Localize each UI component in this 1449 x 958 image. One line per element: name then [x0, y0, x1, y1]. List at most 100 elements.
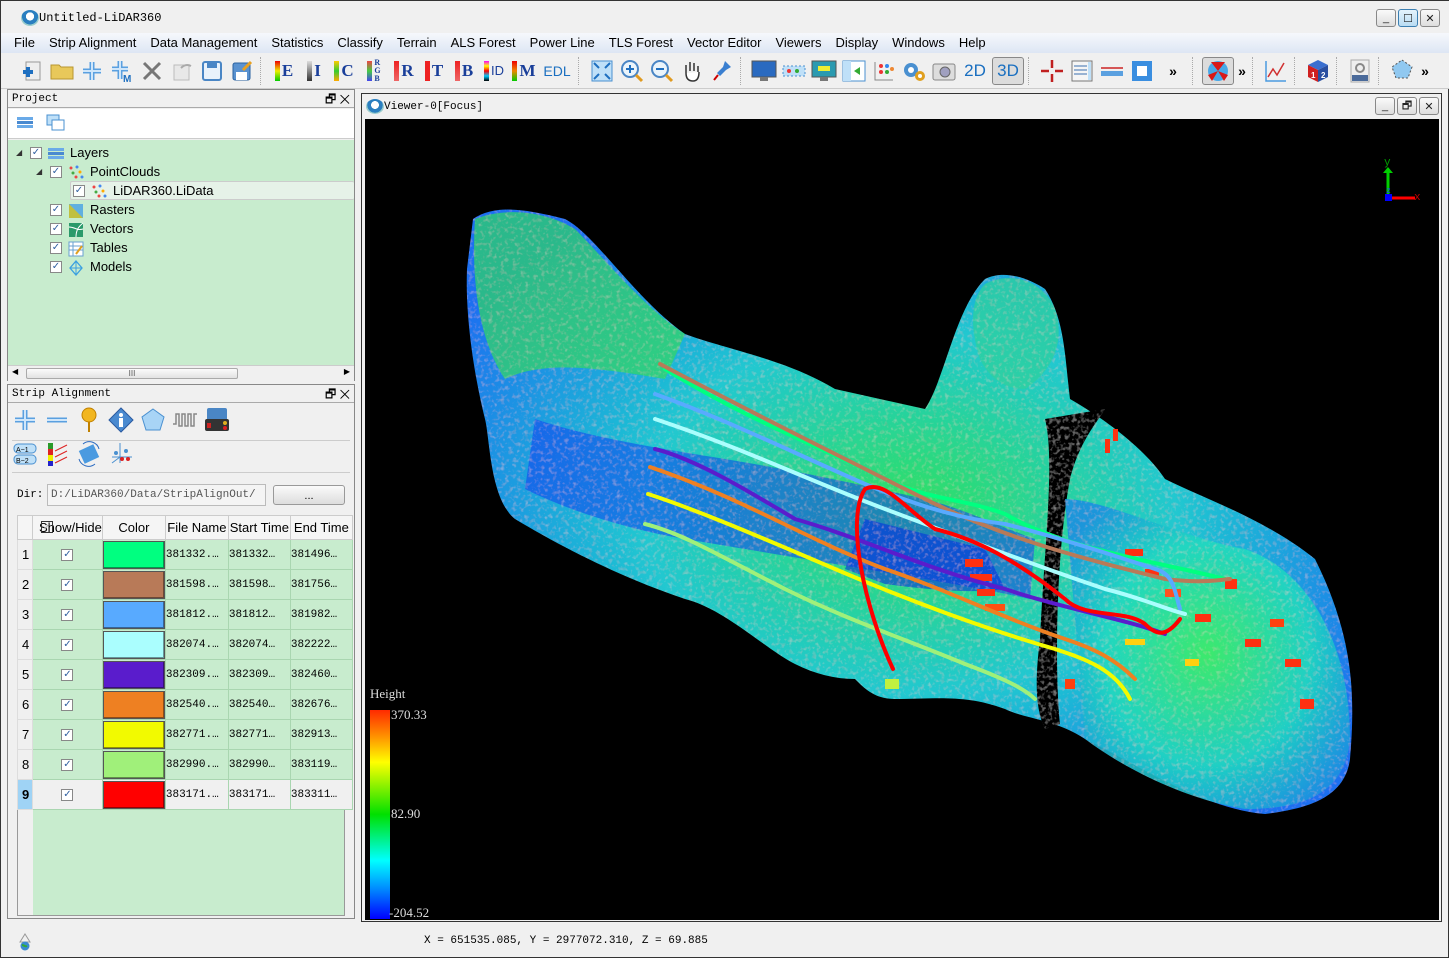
color-cell[interactable]	[101, 629, 166, 660]
menu-vector-editor[interactable]: Vector Editor	[680, 33, 768, 53]
remove-icon[interactable]	[138, 57, 166, 85]
color-cell[interactable]	[101, 599, 166, 630]
row-number[interactable]: 4	[17, 629, 33, 660]
models-checkbox[interactable]: ✓	[50, 260, 62, 273]
crosshair-icon[interactable]	[1038, 57, 1066, 85]
menu-power-line[interactable]: Power Line	[523, 33, 602, 53]
scrollbar-thumb[interactable]: III	[26, 368, 238, 379]
layers-stack-icon[interactable]	[16, 116, 34, 133]
row-number[interactable]: 3	[17, 599, 33, 630]
color-swatch[interactable]	[103, 660, 165, 689]
color-cell[interactable]	[101, 719, 166, 750]
pan-hand-icon[interactable]	[678, 57, 706, 85]
show-hide-cell[interactable]: ✓	[32, 569, 103, 600]
show-hide-checkbox[interactable]: ✓	[61, 668, 74, 681]
show-hide-checkbox[interactable]: ✓	[61, 758, 74, 771]
window-link-icon[interactable]	[810, 57, 838, 85]
pointclouds-checkbox[interactable]: ✓	[50, 165, 62, 178]
tree-item-rasters[interactable]: ✓ Rasters	[50, 200, 135, 219]
show-hide-cell[interactable]: ✓	[32, 539, 103, 570]
screenshot-camera-icon[interactable]	[930, 57, 958, 85]
scroll-left-arrow[interactable]: ◀	[12, 367, 18, 376]
strip-row[interactable]: 8 ✓ 382990.… 382990… 383119…	[17, 749, 353, 780]
tree-horizontal-scrollbar[interactable]: ◀ III ▶	[8, 365, 354, 381]
show-hide-checkbox[interactable]: ✓	[61, 638, 74, 651]
tree-item-vectors[interactable]: ✓ Vectors	[50, 219, 133, 238]
show-hide-cell[interactable]: ✓	[32, 689, 103, 720]
close-panel-icon[interactable]: ✕	[340, 92, 350, 106]
menu-statistics[interactable]: Statistics	[264, 33, 330, 53]
show-hide-checkbox[interactable]: ✓	[61, 788, 74, 801]
row-number[interactable]: 7	[17, 719, 33, 750]
new-icon[interactable]	[18, 57, 46, 85]
render-elevation-button[interactable]: E	[270, 57, 298, 85]
strip-row[interactable]: 1 ✓ 381332.… 381332… 381496…	[17, 539, 353, 570]
color-cell[interactable]	[101, 779, 166, 810]
render-blend-button[interactable]: B	[450, 57, 478, 85]
info-diamond-icon[interactable]	[108, 407, 134, 433]
color-swatch[interactable]	[103, 630, 165, 659]
viewer-close-button[interactable]: ✕	[1419, 97, 1439, 115]
show-hide-cell[interactable]: ✓	[32, 749, 103, 780]
render-time-button[interactable]: T	[420, 57, 448, 85]
strip-row[interactable]: 9 ✓ 383171.… 383171… 383311…	[17, 779, 353, 810]
render-return-button[interactable]: R	[390, 57, 418, 85]
tables-checkbox[interactable]: ✓	[50, 241, 62, 254]
zoom-extent-icon[interactable]	[588, 57, 616, 85]
float-panel-icon[interactable]: 🗗	[325, 387, 336, 401]
tree-item-lidata[interactable]: ✓ LiDAR360.LiData	[70, 181, 354, 200]
collapse-icon[interactable]: ◢	[16, 148, 24, 157]
scroll-right-arrow[interactable]: ▶	[344, 367, 350, 376]
row-number[interactable]: 8	[17, 749, 33, 780]
view-2d-button[interactable]: 2D	[960, 57, 990, 85]
strip-row[interactable]: 7 ✓ 382771.… 382771… 382913…	[17, 719, 353, 750]
pick-point-icon[interactable]	[708, 57, 736, 85]
select-all-checkbox[interactable]: ✓	[41, 521, 53, 533]
dir-input[interactable]: D:/LiDAR360/Data/StripAlignOut/	[47, 484, 266, 506]
tree-item-layers[interactable]: ◢ ✓ Layers	[16, 143, 109, 162]
zoom-in-icon[interactable]	[618, 57, 646, 85]
strip-row[interactable]: 3 ✓ 381812.… 381812… 381982…	[17, 599, 353, 630]
profile-icon[interactable]	[780, 57, 808, 85]
rotate-strip-icon[interactable]	[76, 441, 102, 467]
show-hide-cell[interactable]: ✓	[32, 659, 103, 690]
axis-points-icon[interactable]	[108, 441, 134, 467]
menu-file[interactable]: File	[7, 33, 42, 53]
waveform-icon[interactable]	[172, 407, 198, 433]
vectors-checkbox[interactable]: ✓	[50, 222, 62, 235]
strip-row[interactable]: 2 ✓ 381598.… 381598… 381756…	[17, 569, 353, 600]
menu-data-management[interactable]: Data Management	[143, 33, 264, 53]
row-number[interactable]: 6	[17, 689, 33, 720]
show-hide-checkbox[interactable]: ✓	[61, 548, 74, 561]
minimize-button[interactable]: _	[1376, 9, 1396, 27]
add-strip-icon[interactable]	[12, 407, 38, 433]
render-intensity-button[interactable]: I	[300, 57, 328, 85]
rasters-checkbox[interactable]: ✓	[50, 203, 62, 216]
menu-als-forest[interactable]: ALS Forest	[444, 33, 523, 53]
render-rgb-button[interactable]: RGB	[360, 57, 388, 85]
add-multiple-icon[interactable]: M	[108, 57, 136, 85]
menu-windows[interactable]: Windows	[885, 33, 952, 53]
attribute-table-icon[interactable]	[1068, 57, 1096, 85]
color-swatch[interactable]	[103, 600, 165, 629]
show-hide-checkbox[interactable]: ✓	[61, 578, 74, 591]
strip-row[interactable]: 4 ✓ 382074.… 382074… 382222…	[17, 629, 353, 660]
render-id-button[interactable]: ID	[480, 57, 508, 85]
measure-area-icon[interactable]	[1128, 57, 1156, 85]
column-header-show-hide[interactable]: ✓ Show/Hide	[32, 515, 103, 540]
color-bars-icon[interactable]	[44, 441, 70, 467]
numbered-cube-icon[interactable]: 12	[1304, 57, 1332, 85]
layers-checkbox[interactable]: ✓	[30, 146, 42, 159]
show-hide-checkbox[interactable]: ✓	[61, 698, 74, 711]
show-hide-cell[interactable]: ✓	[32, 779, 103, 810]
strip-row[interactable]: 5 ✓ 382309.… 382309… 382460…	[17, 659, 353, 690]
menu-classify[interactable]: Classify	[330, 33, 390, 53]
color-cell[interactable]	[101, 689, 166, 720]
save-as-icon[interactable]	[228, 57, 256, 85]
browse-button[interactable]: ...	[273, 485, 345, 505]
toolbar-overflow-button[interactable]: »	[1158, 57, 1188, 85]
lidata-checkbox[interactable]: ✓	[73, 184, 85, 197]
line-chart-icon[interactable]	[1262, 57, 1290, 85]
point-cloud-render[interactable]: Height 370.33 82.90 -204.52 y x z	[365, 119, 1439, 920]
save-icon[interactable]	[198, 57, 226, 85]
